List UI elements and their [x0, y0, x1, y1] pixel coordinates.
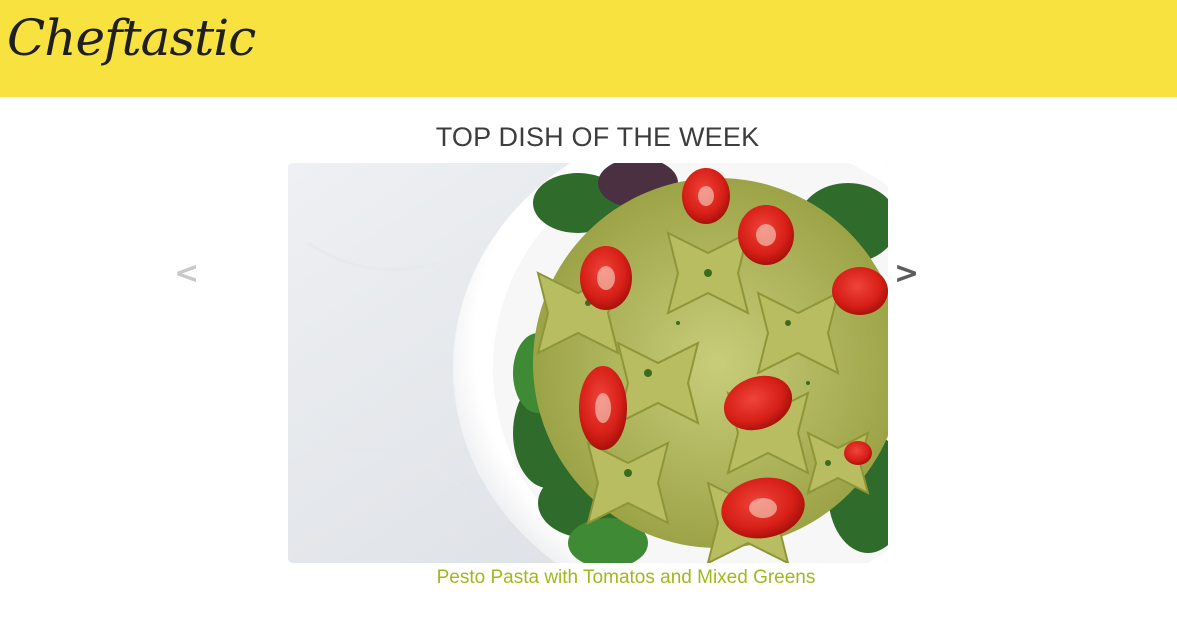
carousel-prev-button[interactable]: <: [174, 259, 199, 289]
featured-dish-image[interactable]: [288, 163, 888, 563]
section-title: TOP DISH OF THE WEEK: [435, 122, 760, 152]
dish-caption-link[interactable]: Pesto Pasta with Tomatos and Mixed Green…: [288, 566, 964, 590]
pasta-dish-photo: [288, 163, 888, 563]
site-logo[interactable]: Cheftastic: [7, 6, 256, 70]
site-header: Cheftastic: [0, 0, 1177, 97]
carousel-next-button[interactable]: >: [894, 259, 919, 289]
